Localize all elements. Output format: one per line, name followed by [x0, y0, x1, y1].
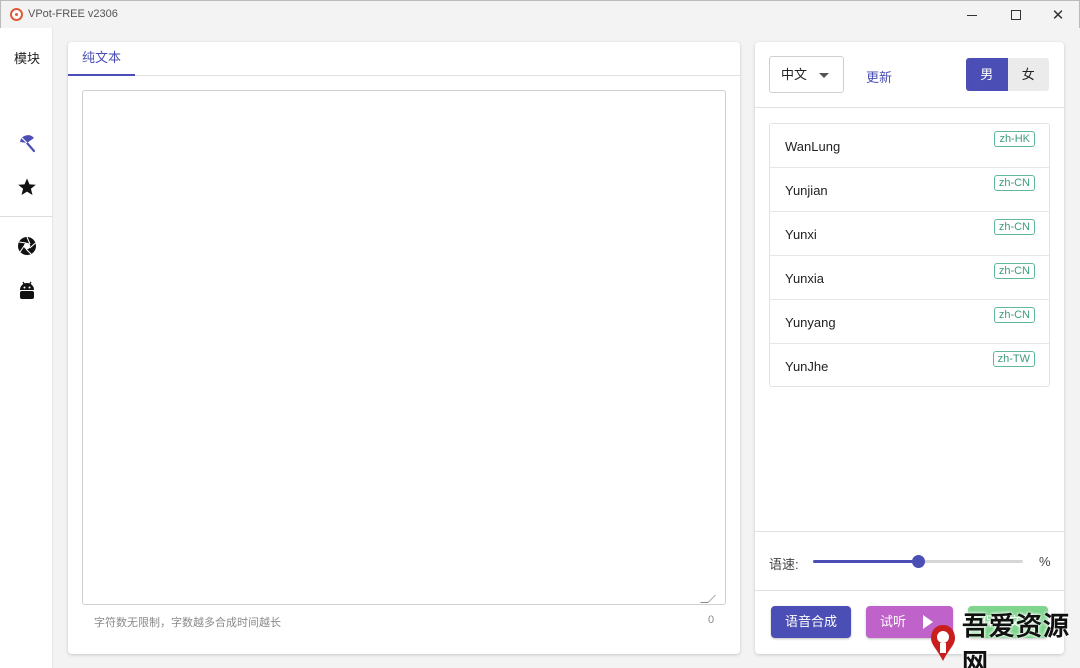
app-logo-icon: [10, 8, 23, 21]
voice-panel: 中文 更新 男 女 WanLung zh-HK Yunjian zh-CN Yu…: [755, 42, 1064, 654]
speed-unit: %: [1039, 554, 1051, 569]
actions-divider: [755, 590, 1064, 591]
voice-list-item[interactable]: Yunxia zh-CN: [770, 256, 1049, 300]
gender-female-button[interactable]: 女: [1007, 58, 1049, 91]
speed-label: 语速:: [769, 557, 799, 572]
voice-list-item[interactable]: Yunyang zh-CN: [770, 300, 1049, 344]
umbrella-icon: [20, 135, 36, 153]
speed-slider-thumb[interactable]: [912, 555, 925, 568]
speed-divider: [755, 531, 1064, 532]
sidebar-item-aperture[interactable]: [17, 236, 37, 256]
refresh-button[interactable]: 更新: [866, 67, 892, 86]
text-limit-hint: 字符数无限制，字数越多合成时间越长: [94, 617, 281, 629]
watermark: 吾爱资源网: [922, 612, 1080, 668]
speed-slider-fill: [813, 560, 918, 563]
character-count: 0: [708, 614, 715, 626]
maximize-icon: [1011, 10, 1021, 20]
locale-badge: zh-CN: [993, 219, 1035, 235]
close-button[interactable]: ✕: [1035, 1, 1080, 29]
locale-badge: zh-CN: [993, 175, 1035, 191]
voice-name: Yunyang: [785, 315, 836, 330]
voice-list-item[interactable]: Yunxi zh-CN: [770, 212, 1049, 256]
close-icon: ✕: [1051, 6, 1065, 24]
window-title: VPot-FREE v2306: [28, 8, 118, 20]
caret-down-icon: [819, 73, 829, 78]
minimize-icon: [967, 14, 977, 16]
locale-badge: zh-HK: [994, 131, 1035, 147]
text-editor-panel: 纯文本 字符数无限制，字数越多合成时间越长 0: [68, 42, 740, 654]
text-input[interactable]: [82, 90, 726, 605]
preview-label: 试听: [880, 614, 907, 629]
gender-male-button[interactable]: 男: [966, 58, 1008, 91]
star-icon: [18, 178, 36, 195]
sidebar-item-umbrella[interactable]: [17, 133, 37, 153]
language-value: 中文: [781, 67, 808, 82]
voice-list: WanLung zh-HK Yunjian zh-CN Yunxi zh-CN …: [769, 123, 1050, 387]
locale-badge: zh-CN: [993, 307, 1035, 323]
sidebar-title: 模块: [14, 51, 41, 66]
android-icon: [20, 281, 34, 299]
sidebar-item-favorites[interactable]: [17, 177, 37, 197]
watermark-logo-icon: [928, 623, 958, 663]
sidebar-divider: [0, 216, 53, 217]
title-bar: VPot-FREE v2306 ✕: [0, 0, 1080, 28]
editor-tabbar: 纯文本: [68, 42, 740, 76]
voice-name: Yunxi: [785, 227, 817, 242]
tab-plain-text[interactable]: 纯文本: [68, 42, 135, 76]
aperture-icon: [18, 236, 36, 255]
voice-name: Yunjian: [785, 183, 828, 198]
minimize-button[interactable]: [949, 1, 995, 29]
voice-list-item[interactable]: Yunjian zh-CN: [770, 168, 1049, 212]
speed-slider[interactable]: [813, 555, 1023, 568]
voice-name: YunJhe: [785, 359, 829, 374]
maximize-button[interactable]: [993, 1, 1039, 29]
voice-list-item[interactable]: WanLung zh-HK: [770, 124, 1049, 168]
watermark-text: 吾爱资源网: [962, 611, 1071, 668]
language-select[interactable]: 中文: [769, 56, 844, 93]
synthesize-button[interactable]: 语音合成: [771, 606, 851, 638]
voice-list-item[interactable]: YunJhe zh-TW: [770, 344, 1049, 388]
module-sidebar: 模块: [0, 28, 53, 668]
voice-name: WanLung: [785, 139, 841, 154]
gender-toggle: 男 女: [966, 58, 1049, 91]
voice-name: Yunxia: [785, 271, 825, 286]
locale-badge: zh-TW: [992, 351, 1035, 367]
header-divider: [755, 107, 1064, 108]
sidebar-item-android[interactable]: [17, 280, 37, 300]
locale-badge: zh-CN: [993, 263, 1035, 279]
